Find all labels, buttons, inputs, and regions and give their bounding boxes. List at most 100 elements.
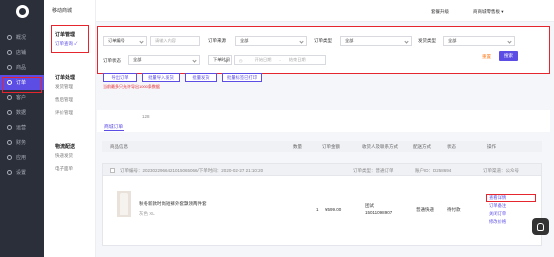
active-tab-indicator bbox=[104, 130, 124, 131]
select-value: 全部 bbox=[448, 38, 457, 43]
col-receiver: 收货人及联系方式 bbox=[362, 144, 398, 149]
highlight-box bbox=[2, 77, 42, 93]
order-account: 账户ID：D258694 bbox=[415, 168, 452, 173]
rail-item-label: 店铺 bbox=[16, 50, 27, 56]
ship-type-select[interactable]: 全部 bbox=[443, 36, 515, 46]
goods-icon bbox=[7, 65, 12, 70]
select-value: 全部 bbox=[345, 38, 354, 43]
reset-button[interactable]: 重置 bbox=[482, 54, 491, 60]
order-type-label: 订单类型 bbox=[314, 38, 332, 43]
order-no-input[interactable]: 请输入内容 bbox=[150, 36, 200, 46]
account-menu[interactable]: 商商城零售板 ▾ bbox=[473, 9, 504, 15]
range-separator: - bbox=[279, 57, 281, 63]
receiver-name: 团试 bbox=[365, 203, 374, 208]
rail-item-goods[interactable]: 商品 bbox=[0, 60, 44, 75]
app-title: 移动商城 bbox=[52, 8, 73, 14]
export-orders-button[interactable]: 导出订单 bbox=[103, 73, 137, 82]
order-tabs: 128 商城订单 bbox=[97, 110, 550, 132]
modify-price-link[interactable]: 修改价格 bbox=[489, 219, 506, 225]
export-hint: 当前最多只允许导出1000条数据 bbox=[103, 84, 160, 89]
filter-panel: 订单编号 请输入内容 订单来源 全部 订单类型 全部 发货类型 全部 订单状态 … bbox=[97, 26, 550, 74]
select-value: 订单编号 bbox=[108, 38, 125, 43]
col-product: 商品信息 bbox=[110, 144, 128, 149]
tab-count: 128 bbox=[142, 114, 150, 119]
order-source-select[interactable]: 全部 bbox=[235, 36, 307, 46]
highlight-box bbox=[51, 25, 89, 53]
order-status-label: 订单状态 bbox=[103, 58, 121, 63]
order-remark-link[interactable]: 订单备注 bbox=[489, 203, 506, 209]
start-date-placeholder: 开始日期 bbox=[254, 57, 272, 62]
batch-mark-printed-button[interactable]: 批量标签已打印 bbox=[222, 73, 262, 82]
order-no-type-select[interactable]: 订单编号 bbox=[103, 36, 147, 46]
select-value: 全部 bbox=[240, 38, 249, 43]
search-button[interactable]: 搜索 bbox=[499, 51, 518, 61]
table-row: 秋冬新款时尚短裤外套飘领两件套 灰色 XL 1 ¥599.00 团试 15011… bbox=[102, 176, 542, 246]
sidebar-group-order-processing: 订单处理 bbox=[55, 75, 76, 81]
home-icon bbox=[7, 35, 12, 40]
order-status-select[interactable]: 全部 bbox=[128, 55, 200, 65]
product-name[interactable]: 秋冬新款时尚短裤外套飘领两件套 bbox=[139, 201, 207, 207]
chevron-down-icon bbox=[404, 39, 409, 44]
order-checkbox[interactable] bbox=[110, 168, 115, 173]
close-order-link[interactable]: 关闭订单 bbox=[489, 211, 506, 217]
chevron-down-icon bbox=[192, 58, 197, 63]
product-spec: 灰色 XL bbox=[139, 211, 155, 216]
main-nav-rail: 概况 店铺 商品 订单 客户 数据 运营 财务 应用 设置 bbox=[0, 0, 44, 257]
finance-icon bbox=[7, 140, 12, 145]
date-range-picker[interactable]: ◷ 开始日期 - 结束日期 bbox=[234, 55, 326, 65]
rail-item-label: 概况 bbox=[16, 35, 27, 41]
rail-item-apps[interactable]: 应用 bbox=[0, 150, 44, 165]
batch-ship-button[interactable]: 批量发货 bbox=[185, 73, 217, 82]
rail-item-label: 数据 bbox=[16, 110, 27, 116]
order-header: 订单编号：2023022966421015065066/下单时间：2020-02… bbox=[102, 163, 542, 176]
rail-item-label: 客户 bbox=[16, 95, 27, 101]
chevron-down-icon bbox=[299, 39, 304, 44]
order-qty: 1 bbox=[316, 207, 319, 212]
col-ops: 操作 bbox=[487, 144, 496, 149]
rail-item-label: 应用 bbox=[16, 155, 27, 161]
select-value: 全部 bbox=[133, 57, 142, 62]
delivery-method: 普通快递 bbox=[416, 207, 434, 212]
rail-item-label: 财务 bbox=[16, 140, 27, 146]
calendar-icon: ◷ bbox=[239, 57, 243, 63]
sidebar-item-express[interactable]: 快递发货 bbox=[55, 153, 73, 159]
receiver-phone: 15011098907 bbox=[365, 210, 393, 215]
order-source-label: 订单来源 bbox=[208, 38, 226, 43]
app-icon bbox=[7, 155, 12, 160]
rail-item-operate[interactable]: 运营 bbox=[0, 120, 44, 135]
view-detail-link[interactable]: 查看详情 bbox=[489, 195, 506, 201]
product-thumbnail[interactable] bbox=[117, 191, 131, 217]
col-status: 状态 bbox=[447, 144, 456, 149]
shop-icon bbox=[7, 50, 12, 55]
app-logo-icon[interactable] bbox=[15, 5, 29, 18]
input-placeholder: 请输入内容 bbox=[155, 38, 176, 43]
end-date-placeholder: 结束日期 bbox=[288, 57, 306, 62]
chart-icon bbox=[7, 110, 12, 115]
rail-item-finance[interactable]: 财务 bbox=[0, 135, 44, 150]
tab-mall-orders[interactable]: 商城订单 bbox=[104, 123, 123, 130]
batch-import-ship-button[interactable]: 批量导入发货 bbox=[142, 73, 180, 82]
chevron-down-icon bbox=[507, 39, 512, 44]
support-icon[interactable] bbox=[532, 218, 549, 235]
col-amount: 订单金额 bbox=[322, 144, 340, 149]
order-meta: 订单编号：2023022966421015065066/下单时间：2020-02… bbox=[120, 168, 264, 173]
operate-icon bbox=[7, 125, 12, 130]
rail-item-data[interactable]: 数据 bbox=[0, 105, 44, 120]
rail-item-settings[interactable]: 设置 bbox=[0, 165, 44, 180]
chevron-down-icon bbox=[139, 39, 144, 44]
sidebar-item-shipping[interactable]: 发货管理 bbox=[55, 84, 73, 90]
order-type-select[interactable]: 全部 bbox=[340, 36, 412, 46]
upgrade-link[interactable]: 套餐升级 bbox=[431, 9, 449, 15]
rail-item-overview[interactable]: 概况 bbox=[0, 30, 44, 45]
time-type-select[interactable]: 下单时间 bbox=[208, 55, 232, 65]
sidebar-item-waybill[interactable]: 电子面单 bbox=[55, 166, 73, 172]
settings-icon bbox=[7, 170, 12, 175]
rail-item-label: 商品 bbox=[16, 65, 27, 71]
col-delivery: 配送方式 bbox=[413, 144, 431, 149]
order-status: 待付款 bbox=[447, 207, 461, 212]
sidebar-item-aftersale[interactable]: 售后管理 bbox=[55, 97, 73, 103]
rail-item-shop[interactable]: 店铺 bbox=[0, 45, 44, 60]
sidebar-item-reviews[interactable]: 评价管理 bbox=[55, 110, 73, 116]
rail-item-label: 设置 bbox=[16, 170, 27, 176]
table-header: 商品信息 数量 订单金额 收货人及联系方式 配送方式 状态 操作 bbox=[102, 141, 542, 152]
